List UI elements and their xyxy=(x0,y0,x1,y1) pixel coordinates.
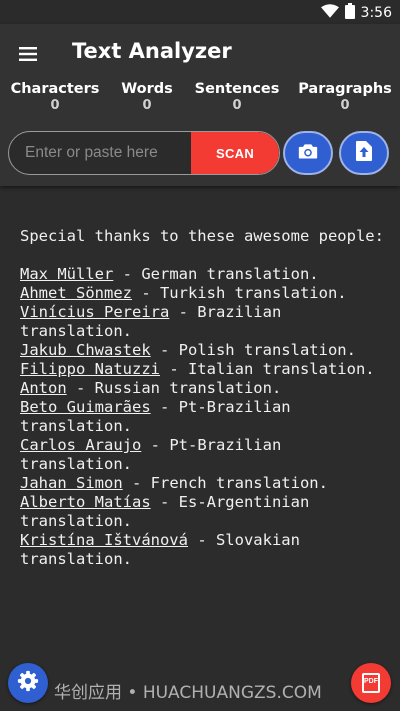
stat-label: Paragraphs xyxy=(298,81,392,97)
credit-item: Max Müller - German translation. xyxy=(20,265,390,284)
stat-value: 0 xyxy=(142,98,152,113)
text-input[interactable] xyxy=(25,132,185,174)
contributor-role: - German translation. xyxy=(113,265,319,283)
contributor-link[interactable]: Vinícius Pereira xyxy=(20,303,169,321)
settings-button[interactable] xyxy=(8,663,48,703)
stat-label: Sentences xyxy=(194,81,280,97)
contributor-link[interactable]: Carlos Araujo xyxy=(20,436,141,454)
credit-item: Ahmet Sönmez - Turkish translation. xyxy=(20,284,390,303)
contributor-role: - Polish translation. xyxy=(150,341,356,359)
intro-text: Special thanks to these awesome people: xyxy=(20,227,384,245)
pdf-button[interactable]: PDF xyxy=(351,663,391,703)
credit-item: Alberto Matías - Es-Argentinian translat… xyxy=(20,493,390,531)
contributor-role: - Italian translation. xyxy=(159,360,375,378)
stat-words: Words 0 xyxy=(97,81,197,113)
contributor-link[interactable]: Jahan Simon xyxy=(20,474,123,492)
contributor-link[interactable]: Alberto Matías xyxy=(20,493,151,511)
stat-sentences: Sentences 0 xyxy=(187,81,287,113)
gear-icon xyxy=(17,670,39,696)
camera-button[interactable] xyxy=(283,131,333,175)
stat-label: Words xyxy=(121,81,173,97)
stat-value: 0 xyxy=(340,98,350,113)
credit-item: Vinícius Pereira - Brazilian translation… xyxy=(20,303,390,341)
app-bar: Text Analyzer Characters 0 Words 0 Sente… xyxy=(0,24,400,186)
credit-item: Kristína Ištvánová - Slovakian translati… xyxy=(20,531,390,569)
contributor-link[interactable]: Kristína Ištvánová xyxy=(20,531,188,549)
contributor-link[interactable]: Max Müller xyxy=(20,265,113,283)
credit-item: Anton - Russian translation. xyxy=(20,379,390,398)
wifi-icon xyxy=(320,4,339,22)
camera-icon xyxy=(298,142,318,164)
contributor-role: - Russian translation. xyxy=(66,379,282,397)
credit-item: Jahan Simon - French translation. xyxy=(20,474,390,493)
credit-item: Beto Guimarães - Pt-Brazilian translatio… xyxy=(20,398,390,436)
stat-label: Characters xyxy=(10,81,100,97)
pdf-icon-label: PDF xyxy=(364,678,378,685)
credits-list: Max Müller - German translation. Ahmet Sö… xyxy=(20,265,390,569)
pdf-icon: PDF xyxy=(362,673,380,693)
content-area: Special thanks to these awesome people: … xyxy=(20,227,390,569)
contributor-link[interactable]: Anton xyxy=(20,379,67,397)
contributor-role: - French translation. xyxy=(122,474,328,492)
credit-item: Filippo Natuzzi - Italian translation. xyxy=(20,360,390,379)
contributor-link[interactable]: Beto Guimarães xyxy=(20,398,151,416)
app-title: Text Analyzer xyxy=(72,39,232,63)
credit-item: Jakub Chwastek - Polish translation. xyxy=(20,341,390,360)
scan-button[interactable]: SCAN xyxy=(191,132,279,174)
status-time: 3:56 xyxy=(360,5,392,21)
watermark: 华创应用 • HUACHUANGZS.COM xyxy=(54,683,322,703)
contributor-link[interactable]: Jakub Chwastek xyxy=(20,341,151,359)
input-container: SCAN xyxy=(8,131,280,175)
battery-icon xyxy=(344,3,355,23)
upload-button[interactable] xyxy=(339,131,389,175)
stat-value: 0 xyxy=(50,98,60,113)
contributor-link[interactable]: Ahmet Sönmez xyxy=(20,284,132,302)
credit-item: Carlos Araujo - Pt-Brazilian translation… xyxy=(20,436,390,474)
contributor-role: - Turkish translation. xyxy=(131,284,347,302)
stat-characters: Characters 0 xyxy=(5,81,105,113)
contributor-link[interactable]: Filippo Natuzzi xyxy=(20,360,160,378)
status-bar: 3:56 xyxy=(0,0,400,24)
hamburger-menu-icon[interactable] xyxy=(16,42,40,66)
file-upload-icon xyxy=(356,141,372,165)
stat-value: 0 xyxy=(232,98,242,113)
stat-paragraphs: Paragraphs 0 xyxy=(295,81,395,113)
